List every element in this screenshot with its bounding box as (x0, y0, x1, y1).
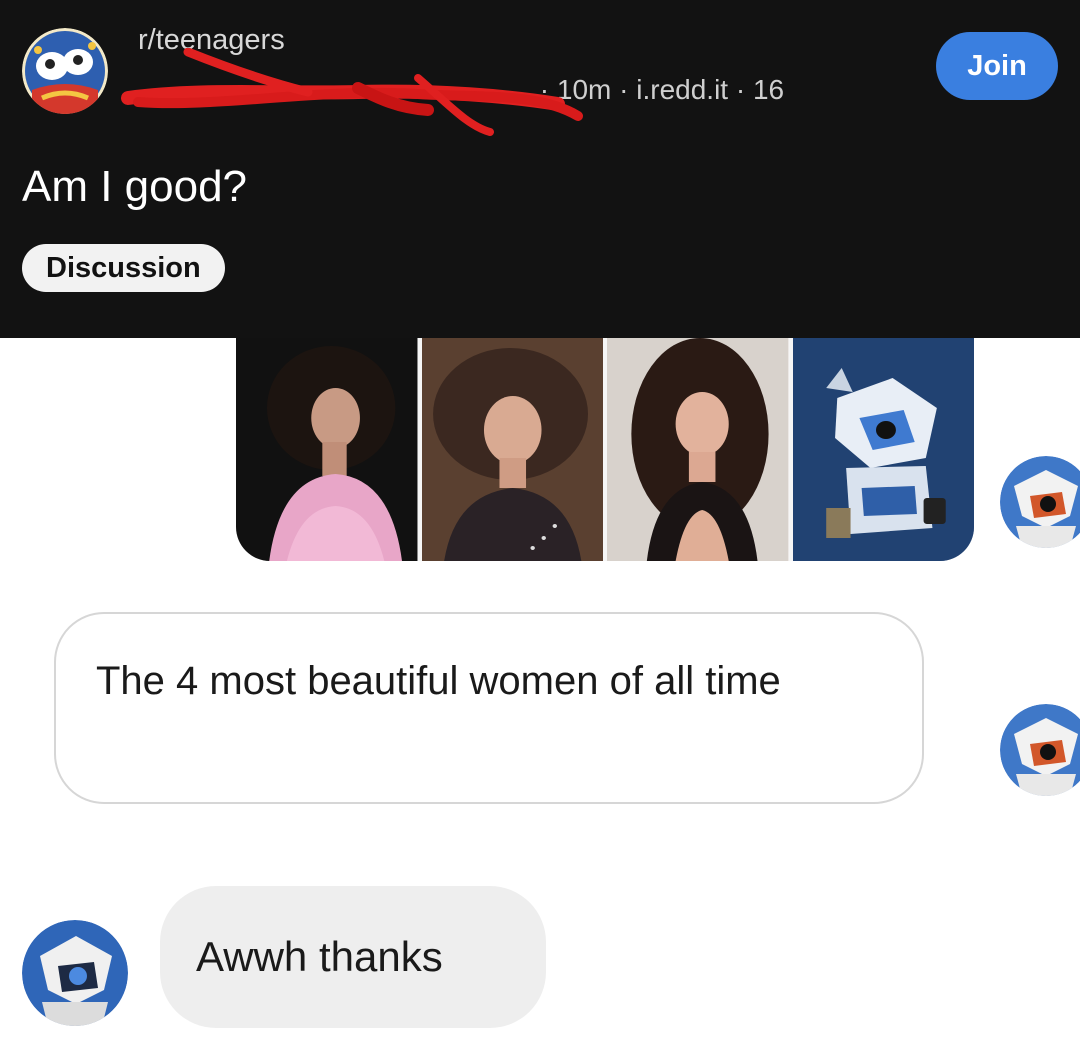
red-redaction-scribble (121, 48, 583, 136)
post-count: 16 (752, 74, 785, 105)
sender-avatar-top[interactable] (1000, 456, 1080, 548)
post-title[interactable]: Am I good? (22, 162, 247, 212)
post-header: r/teenagers · 10m · i.redd.it · 16 Join … (0, 0, 1080, 338)
post-domain[interactable]: i.redd.it (636, 74, 728, 105)
join-button[interactable]: Join (936, 32, 1058, 100)
outgoing-message-bubble[interactable]: The 4 most beautiful women of all time (54, 612, 924, 804)
photo-2 (417, 338, 603, 561)
sender-avatar-bottom[interactable] (1000, 704, 1080, 796)
post-flair[interactable]: Discussion (22, 244, 225, 292)
photo-4-robot-illustration (788, 338, 974, 561)
subreddit-avatar[interactable] (22, 28, 108, 114)
photo-3 (603, 338, 789, 561)
incoming-message-bubble[interactable]: Awwh thanks (160, 886, 546, 1028)
photo-1 (236, 338, 418, 561)
photo-collage[interactable] (236, 338, 974, 561)
receiver-avatar[interactable] (22, 920, 128, 1026)
